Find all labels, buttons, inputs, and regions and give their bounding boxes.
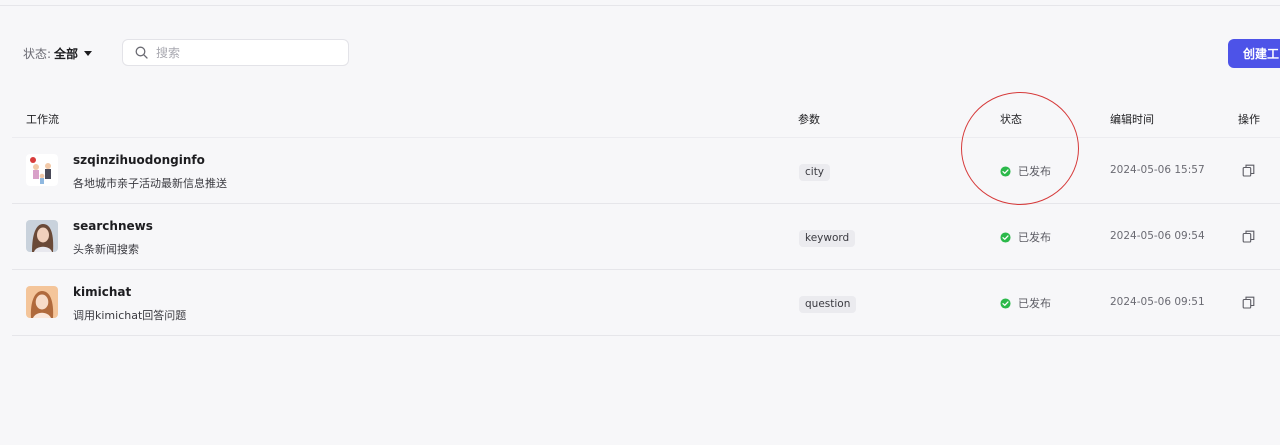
workflow-avatar	[26, 220, 58, 252]
edit-time: 2024-05-06 15:57	[1110, 164, 1205, 176]
top-divider	[0, 5, 1280, 6]
status-text: 已发布	[1018, 297, 1051, 310]
copy-icon[interactable]	[1242, 296, 1255, 309]
search-input[interactable]	[156, 45, 336, 60]
status-text: 已发布	[1018, 231, 1051, 244]
table-header: 工作流 参数 状态 编辑时间 操作	[12, 100, 1280, 138]
workflow-avatar	[26, 286, 58, 318]
workflow-table: 工作流 参数 状态 编辑时间 操作 szqinzihuodonginfo 各地城…	[12, 100, 1280, 336]
copy-icon[interactable]	[1242, 230, 1255, 243]
workflow-name[interactable]: szqinzihuodonginfo	[73, 153, 205, 167]
workflow-name[interactable]: kimichat	[73, 285, 131, 299]
table-row[interactable]: searchnews 头条新闻搜索 keyword 已发布 2024-05-06…	[12, 204, 1280, 270]
status-published: 已发布	[1000, 295, 1051, 311]
edit-time: 2024-05-06 09:54	[1110, 230, 1205, 242]
param-tag: keyword	[799, 230, 856, 247]
status-filter-value: 全部	[54, 47, 79, 61]
header-workflow: 工作流	[26, 112, 59, 126]
search-icon	[135, 46, 148, 59]
status-filter-label: 状态:	[23, 47, 52, 61]
table-row[interactable]: szqinzihuodonginfo 各地城市亲子活动最新信息推送 city 已…	[12, 138, 1280, 204]
status-published: 已发布	[1000, 163, 1051, 179]
param-tag: city	[799, 164, 831, 181]
caret-down-icon	[84, 51, 93, 56]
check-circle-icon	[1000, 165, 1011, 177]
check-circle-icon	[1000, 297, 1011, 309]
header-status: 状态	[1000, 112, 1022, 126]
workflow-name[interactable]: searchnews	[73, 219, 153, 233]
create-workflow-button[interactable]: 创建工	[1228, 39, 1280, 68]
search-box[interactable]	[122, 39, 349, 66]
header-param: 参数	[798, 112, 820, 126]
workflow-description: 各地城市亲子活动最新信息推送	[73, 177, 227, 190]
edit-time: 2024-05-06 09:51	[1110, 296, 1205, 308]
check-circle-icon	[1000, 231, 1011, 243]
status-text: 已发布	[1018, 165, 1051, 178]
workflow-description: 调用kimichat回答问题	[73, 309, 187, 322]
status-published: 已发布	[1000, 229, 1051, 245]
header-action: 操作	[1238, 112, 1260, 126]
copy-icon[interactable]	[1242, 164, 1255, 177]
workflow-description: 头条新闻搜索	[73, 243, 139, 256]
status-filter-dropdown[interactable]: 状态: 全部	[23, 45, 93, 62]
param-tag: question	[799, 296, 857, 313]
table-row[interactable]: kimichat 调用kimichat回答问题 question 已发布 202…	[12, 270, 1280, 336]
header-edit-time: 编辑时间	[1110, 112, 1154, 126]
workflow-avatar	[26, 154, 58, 186]
toolbar: 状态: 全部	[23, 39, 93, 68]
